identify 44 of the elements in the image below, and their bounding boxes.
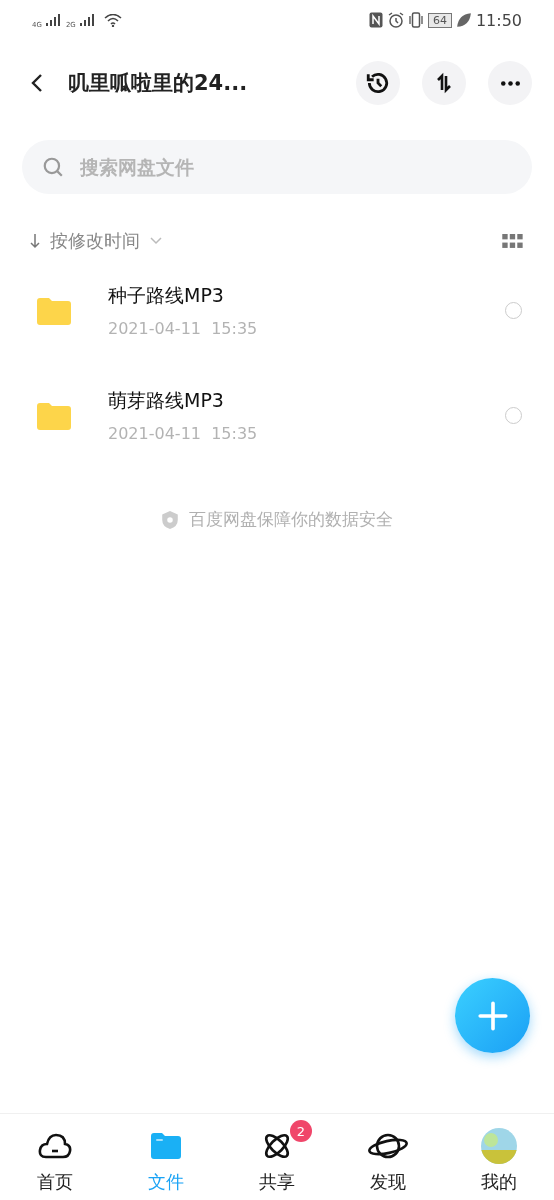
folder-name: 萌芽路线MP3 (108, 388, 225, 413)
nav-tab[interactable]: 我的 (443, 1114, 554, 1200)
folder-date: 2021-04-11 15:35 (108, 424, 259, 443)
orbit-icon (262, 1131, 292, 1161)
nav-tab[interactable]: 发现 (332, 1114, 444, 1200)
transfer-button[interactable] (422, 61, 466, 105)
alarm-icon (387, 12, 404, 28)
grid-view-button[interactable] (502, 233, 524, 249)
folder-item[interactable]: 萌芽路线MP3 2021-04-11 15:35 (0, 363, 554, 468)
down-arrow-icon (30, 233, 40, 249)
history-button[interactable] (356, 61, 400, 105)
nav-tab[interactable]: 首页 (0, 1114, 111, 1200)
nfc-icon (367, 12, 384, 28)
folder-icon (37, 401, 71, 430)
search-field[interactable]: 搜索网盘文件 (22, 140, 532, 194)
more-icon (500, 80, 520, 86)
plus-icon (476, 999, 509, 1032)
folder-icon (151, 1133, 182, 1159)
avatar-icon (480, 1128, 517, 1164)
grid-icon (502, 233, 524, 249)
more-button[interactable] (488, 61, 532, 105)
notification-badge: 2 (290, 1120, 312, 1142)
cloud-icon (38, 1132, 73, 1160)
status-time: 11:50 (475, 10, 522, 30)
vibrate-icon (407, 12, 424, 28)
nav-tab[interactable]: 2 共享 (221, 1114, 333, 1200)
history-icon (365, 70, 391, 96)
chevron-down-icon (150, 237, 162, 245)
folder-icon (37, 296, 71, 325)
folder-item[interactable]: 种子路线MP3 2021-04-11 15:35 (0, 258, 554, 363)
planet-icon (367, 1131, 408, 1161)
folder-title: 叽里呱啦里的24... (68, 70, 249, 97)
add-button[interactable] (455, 978, 530, 1053)
signal-icon (79, 14, 96, 26)
folder-name: 种子路线MP3 (108, 283, 225, 308)
wifi-icon (103, 13, 122, 27)
folder-date: 2021-04-11 15:35 (108, 319, 259, 338)
battery-level: 64 (427, 12, 452, 28)
back-icon (31, 73, 43, 93)
leaf-icon (455, 12, 472, 28)
signal-icon (45, 14, 62, 26)
sort-dropdown[interactable]: 按修改时间 (30, 229, 162, 253)
security-note: 百度网盘保障你的数据安全 (189, 508, 393, 531)
shield-icon (161, 509, 179, 530)
